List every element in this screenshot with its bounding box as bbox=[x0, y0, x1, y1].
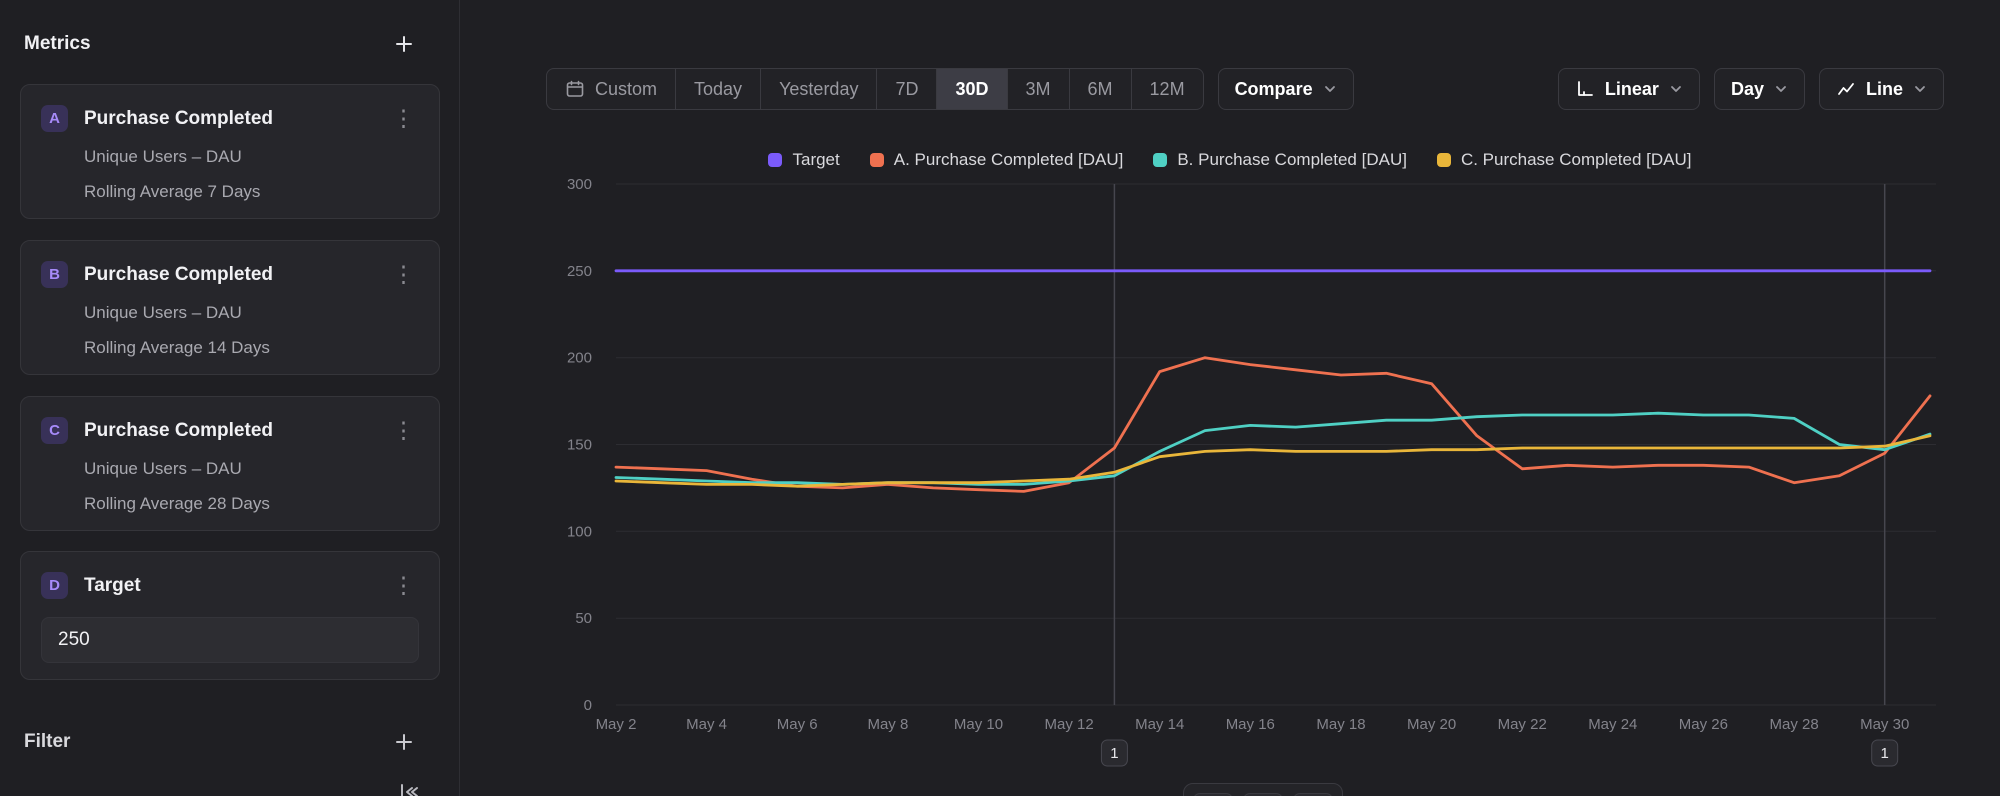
svg-text:May 22: May 22 bbox=[1498, 716, 1547, 733]
metrics-section-header: Metrics bbox=[24, 24, 419, 64]
svg-text:May 12: May 12 bbox=[1044, 716, 1093, 733]
add-filter-button[interactable] bbox=[389, 727, 419, 757]
add-metric-button[interactable] bbox=[389, 29, 419, 59]
plus-icon bbox=[393, 731, 415, 753]
svg-text:May 2: May 2 bbox=[596, 716, 637, 733]
svg-text:50: 50 bbox=[575, 610, 592, 627]
svg-text:250: 250 bbox=[567, 263, 592, 280]
svg-text:May 28: May 28 bbox=[1769, 716, 1818, 733]
metric-subtitle: Unique Users – DAU bbox=[84, 303, 419, 323]
svg-text:May 10: May 10 bbox=[954, 716, 1003, 733]
plus-icon bbox=[393, 33, 415, 55]
target-menu-button[interactable]: ⋮ bbox=[388, 574, 419, 597]
metrics-header-label: Metrics bbox=[24, 33, 91, 55]
metric-menu-button[interactable]: ⋮ bbox=[388, 419, 419, 442]
svg-text:1: 1 bbox=[1110, 745, 1118, 762]
sidebar: Metrics A Purchase Completed ⋮ Unique Us… bbox=[0, 0, 460, 796]
svg-text:May 6: May 6 bbox=[777, 716, 818, 733]
svg-text:1: 1 bbox=[1881, 745, 1889, 762]
svg-text:May 16: May 16 bbox=[1226, 716, 1275, 733]
svg-text:150: 150 bbox=[567, 437, 592, 454]
metric-badge-d: D bbox=[41, 572, 68, 599]
metric-title: Purchase Completed bbox=[84, 264, 388, 286]
svg-text:May 24: May 24 bbox=[1588, 716, 1637, 733]
metric-detail: Rolling Average 7 Days bbox=[84, 182, 419, 202]
metric-card-a[interactable]: A Purchase Completed ⋮ Unique Users – DA… bbox=[20, 84, 440, 219]
svg-text:May 8: May 8 bbox=[867, 716, 908, 733]
svg-text:May 18: May 18 bbox=[1316, 716, 1365, 733]
collapse-sidebar-button[interactable] bbox=[392, 776, 424, 796]
svg-text:May 4: May 4 bbox=[686, 716, 727, 733]
target-title: Target bbox=[84, 575, 388, 597]
metrics-line-chart[interactable]: 0 50 100 150 200 250 300 1 1 May 2 May 4 May 6 May 8… bbox=[460, 0, 2000, 796]
metric-title: Purchase Completed bbox=[84, 420, 388, 442]
target-card[interactable]: D Target ⋮ bbox=[20, 551, 440, 680]
metric-badge-a: A bbox=[41, 105, 68, 132]
filter-header-label: Filter bbox=[24, 731, 70, 753]
metric-subtitle: Unique Users – DAU bbox=[84, 147, 419, 167]
svg-text:May 14: May 14 bbox=[1135, 716, 1184, 733]
metric-card-c[interactable]: C Purchase Completed ⋮ Unique Users – DA… bbox=[20, 396, 440, 531]
metric-card-b[interactable]: B Purchase Completed ⋮ Unique Users – DA… bbox=[20, 240, 440, 375]
bottom-toolbar bbox=[1183, 783, 1343, 796]
metric-detail: Rolling Average 14 Days bbox=[84, 338, 419, 358]
metric-title: Purchase Completed bbox=[84, 108, 388, 130]
svg-text:100: 100 bbox=[567, 523, 592, 540]
filter-section-header: Filter bbox=[24, 722, 419, 762]
metric-menu-button[interactable]: ⋮ bbox=[388, 107, 419, 130]
metric-badge-c: C bbox=[41, 417, 68, 444]
svg-text:May 30: May 30 bbox=[1860, 716, 1909, 733]
svg-text:May 26: May 26 bbox=[1679, 716, 1728, 733]
metric-detail: Rolling Average 28 Days bbox=[84, 494, 419, 514]
metric-badge-b: B bbox=[41, 261, 68, 288]
svg-text:200: 200 bbox=[567, 350, 592, 367]
metric-subtitle: Unique Users – DAU bbox=[84, 459, 419, 479]
metric-menu-button[interactable]: ⋮ bbox=[388, 263, 419, 286]
target-value-input[interactable] bbox=[41, 617, 419, 663]
svg-text:0: 0 bbox=[584, 697, 592, 714]
svg-text:300: 300 bbox=[567, 176, 592, 193]
collapse-sidebar-icon bbox=[396, 780, 420, 796]
svg-text:May 20: May 20 bbox=[1407, 716, 1456, 733]
